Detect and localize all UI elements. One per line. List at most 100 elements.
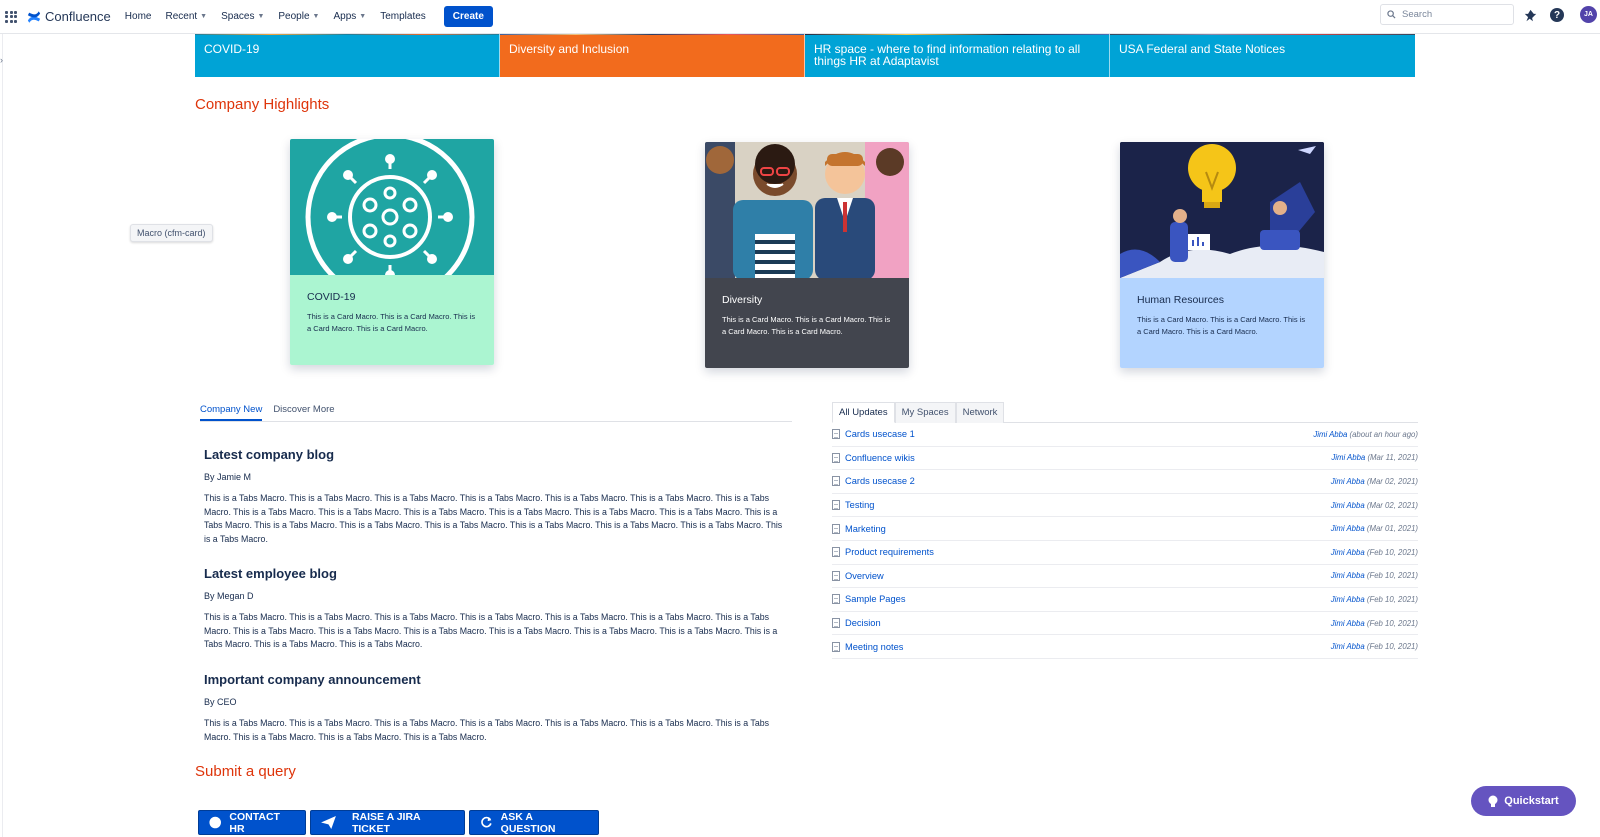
nav-apps-label: Apps [333,11,357,22]
card-covid[interactable]: COVID-19 This is a Card Macro. This is a… [290,139,494,365]
search-input[interactable]: Search [1380,4,1514,25]
update-link[interactable]: Testing [845,500,874,510]
update-meta: Jimi Abba (Feb 10, 2021) [1331,595,1418,604]
chevron-down-icon: ▼ [359,13,367,20]
update-time: (Mar 02, 2021) [1366,500,1418,510]
nav-home[interactable]: Home [125,11,152,22]
highlights-title: Company Highlights [195,96,330,113]
update-link[interactable]: Cards usecase 1 [845,429,915,439]
circle-icon [209,816,221,829]
list-item: Product requirements Jimi Abba (Feb 10, 2… [832,541,1418,565]
update-meta: Jimi Abba (Feb 10, 2021) [1331,642,1418,651]
contact-hr-button[interactable]: CONTACT HR [198,810,306,835]
confluence-logo[interactable]: Confluence [27,9,111,24]
update-link[interactable]: Overview [845,571,884,581]
avatar[interactable]: JA [1580,6,1597,23]
card-text: This is a Card Macro. This is a Card Mac… [722,315,891,336]
update-link[interactable]: Product requirements [845,547,934,557]
update-author[interactable]: Jimi Abba [1331,619,1365,628]
update-link[interactable]: Decision [845,618,881,628]
blog-title[interactable]: Latest company blog [204,447,789,462]
blog-title[interactable]: Important company announcement [204,672,789,687]
blog-author: By CEO [204,697,237,707]
page-icon [832,523,840,534]
tab-network[interactable]: Network [955,402,1005,423]
list-item: Cards usecase 1 Jimi Abba (about an hour … [832,423,1418,447]
card-body: Diversity This is a Card Macro. This is … [705,278,909,368]
page-icon [832,452,840,463]
page-icon [832,641,840,652]
card-title: Diversity [722,294,763,306]
update-link[interactable]: Meeting notes [845,642,903,652]
update-meta: Jimi Abba (Mar 01, 2021) [1331,524,1418,533]
update-link[interactable]: Sample Pages [845,594,905,604]
nav-apps[interactable]: Apps ▼ [333,11,366,22]
tab-company-new[interactable]: Company New [200,404,263,421]
sidebar-edge [2,34,3,837]
search-placeholder: Search [1402,9,1433,20]
contact-hr-label: CONTACT HR [229,810,280,835]
update-author[interactable]: Jimi Abba [1331,453,1365,462]
update-author[interactable]: Jimi Abba [1331,642,1365,651]
blog-text: This is a Tabs Macro. This is a Tabs Mac… [204,493,783,544]
quickstart-label: Quickstart [1504,795,1559,807]
list-item: Cards usecase 2 Jimi Abba (Mar 02, 2021) [832,470,1418,494]
update-link[interactable]: Confluence wikis [845,453,915,463]
nav-spaces[interactable]: Spaces ▼ [221,11,264,22]
card-body: Human Resources This is a Card Macro. Th… [1120,278,1324,368]
nav-recent[interactable]: Recent ▼ [165,11,207,22]
banner-tile-diversity[interactable]: Diversity and Inclusion [500,31,805,77]
app-switcher-icon[interactable] [5,10,17,23]
chevron-down-icon: ▼ [312,13,320,20]
search-icon [1387,10,1396,19]
update-link[interactable]: Marketing [845,524,886,534]
update-author[interactable]: Jimi Abba [1331,548,1365,557]
nav-templates[interactable]: Templates [380,11,426,22]
update-author[interactable]: Jimi Abba [1331,571,1365,580]
update-time: (Mar 02, 2021) [1366,476,1418,486]
tab-all-updates[interactable]: All Updates [832,402,895,423]
ask-a-question-button[interactable]: ASK A QUESTION [469,810,599,835]
blog-title[interactable]: Latest employee blog [204,566,789,581]
lightbulb-icon [1488,795,1498,807]
raise-jira-ticket-button[interactable]: RAISE A JIRA TICKET [310,810,465,835]
quickstart-button[interactable]: Quickstart [1471,786,1576,816]
page-icon [832,547,840,558]
help-icon[interactable]: ? [1550,8,1564,22]
list-item: Meeting notes Jimi Abba (Feb 10, 2021) [832,635,1418,659]
update-author[interactable]: Jimi Abba [1331,595,1365,604]
page-icon [832,476,840,487]
card-body: COVID-19 This is a Card Macro. This is a… [290,275,494,365]
logo-text: Confluence [45,9,111,24]
banner-tile-hr[interactable]: HR space - where to find information rel… [805,31,1110,77]
tab-my-spaces[interactable]: My Spaces [894,402,956,423]
macro-tooltip: Macro (cfm-card) [130,224,213,242]
update-meta: Jimi Abba (Feb 10, 2021) [1331,571,1418,580]
query-title: Submit a query [195,763,296,780]
banner-tile-usa[interactable]: USA Federal and State Notices [1110,31,1415,77]
card-diversity[interactable]: Diversity This is a Card Macro. This is … [705,142,909,368]
page-icon [832,594,840,605]
send-icon [321,816,336,829]
list-item: Marketing Jimi Abba (Mar 01, 2021) [832,517,1418,541]
update-link[interactable]: Cards usecase 2 [845,476,915,486]
update-author[interactable]: Jimi Abba [1331,501,1365,510]
card-title: COVID-19 [307,291,356,303]
update-author[interactable]: Jimi Abba [1313,430,1347,439]
banner-tile-covid[interactable]: COVID-19 [195,31,500,77]
list-item: Decision Jimi Abba (Feb 10, 2021) [832,612,1418,636]
card-human-resources[interactable]: Human Resources This is a Card Macro. Th… [1120,142,1324,368]
nav-spaces-label: Spaces [221,11,255,22]
update-author[interactable]: Jimi Abba [1331,477,1365,486]
tab-discover-more[interactable]: Discover More [273,404,334,421]
updates-tabs: All Updates My Spaces Network [832,402,1418,423]
nav-people[interactable]: People ▼ [278,11,319,22]
create-button[interactable]: Create [443,6,493,27]
update-meta: Jimi Abba (Mar 11, 2021) [1331,453,1418,462]
top-navigation: Confluence Home Recent ▼ Spaces ▼ People ▼ … [0,0,1600,34]
notifications-icon[interactable] [1522,7,1538,23]
update-author[interactable]: Jimi Abba [1331,524,1365,533]
sidebar-expand-icon[interactable]: › [0,55,6,71]
banner-tile-label: Diversity and Inclusion [509,42,630,56]
update-time: (Feb 10, 2021) [1366,571,1418,581]
